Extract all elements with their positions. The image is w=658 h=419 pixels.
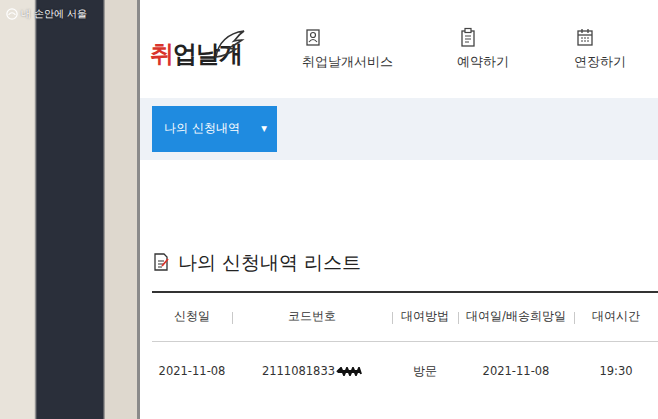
- cell-text: 2021-11-08: [159, 364, 226, 378]
- table-cell: 2021-11-08: [152, 342, 232, 402]
- column-header: 대여일/배송희망일: [458, 292, 574, 342]
- column-header: 신청일: [152, 292, 232, 342]
- column-header: 대여방법: [392, 292, 458, 342]
- clipboard-icon: [459, 27, 477, 47]
- nav-label[interactable]: 취업날개서비스: [302, 53, 393, 72]
- list-heading: 나의 신청내역 리스트: [152, 248, 658, 277]
- document-icon: [152, 252, 170, 272]
- site-logo[interactable]: 취업날개: [150, 31, 270, 67]
- table-header-row: 신청일코드번호대여방법대여일/배송희망일대여시간: [152, 292, 658, 342]
- application-list: 나의 신청내역 리스트신청일코드번호대여방법대여일/배송희망일대여시간2021-…: [140, 160, 658, 402]
- nav-item[interactable]: 취업날개서비스: [298, 27, 397, 72]
- id-card-icon: [304, 27, 322, 47]
- nav-label[interactable]: 연장하기: [574, 53, 626, 72]
- table-cell: 2021-11-08: [458, 342, 574, 402]
- submenu-band: 나의 신청내역 ▾: [140, 98, 658, 160]
- redaction-mark: [336, 367, 362, 376]
- column-header: 코드번호: [232, 292, 392, 342]
- cell-text: 2111081833: [262, 364, 335, 378]
- cell-text: 방문: [413, 364, 437, 378]
- dropdown-label[interactable]: 나의 신청내역: [164, 120, 240, 137]
- web-page: 취업날개 취업날개서비스 예약하기 연장하기나의 신청내역 ▾ 나의 신청내역 리스트신청…: [137, 0, 658, 419]
- table-cell: 방문: [392, 342, 458, 402]
- watermark-text: 내 손안에 서울: [21, 6, 87, 21]
- logo-text[interactable]: 취업날개: [150, 41, 270, 67]
- photo: 내 손안에 서울: [0, 0, 137, 419]
- submenu-dropdown[interactable]: 나의 신청내역 ▾: [152, 106, 277, 152]
- wing-icon: [212, 29, 246, 59]
- nav-item[interactable]: 연장하기: [570, 27, 630, 72]
- nav-item[interactable]: 예약하기: [453, 27, 513, 72]
- caret-icon[interactable]: ▾: [261, 120, 267, 137]
- cell-text: 2021-11-08: [483, 364, 550, 378]
- nav-label[interactable]: 예약하기: [457, 53, 509, 72]
- seoul-logo-icon: [6, 8, 18, 20]
- list-title: 나의 신청내역 리스트: [178, 248, 361, 277]
- calendar-icon: [576, 27, 594, 47]
- cell-text: 19:30: [599, 364, 632, 378]
- table-cell: 2111081833: [232, 342, 392, 402]
- main-nav: 취업날개서비스 예약하기 연장하기: [270, 27, 658, 72]
- history-table: 신청일코드번호대여방법대여일/배송희망일대여시간 2021-11-08 211108…: [152, 291, 658, 402]
- table-row[interactable]: 2021-11-08 2111081833 방문 2021-11-08 19:30: [152, 342, 658, 402]
- column-header: 대여시간: [574, 292, 658, 342]
- watermark: 내 손안에 서울: [6, 6, 87, 21]
- site-header: 취업날개 취업날개서비스 예약하기 연장하기: [140, 0, 658, 98]
- table-cell: 19:30: [574, 342, 658, 402]
